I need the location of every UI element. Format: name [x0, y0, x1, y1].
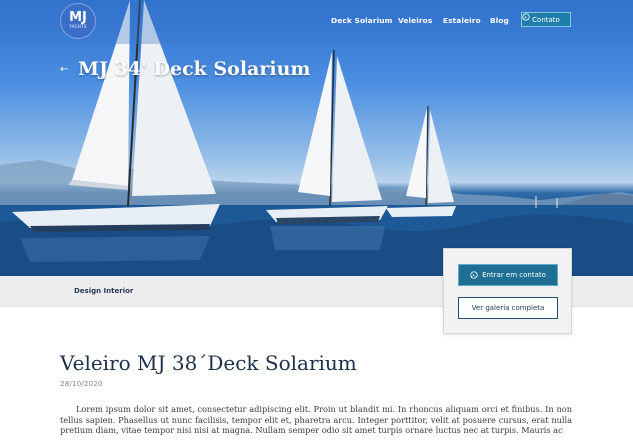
whatsapp-icon	[470, 271, 478, 279]
view-gallery-label: Ver galeria completa	[471, 304, 545, 312]
brand-logo[interactable]: MJ YACHTS	[60, 3, 96, 39]
nav-item-veleiros[interactable]: Veleiros	[398, 16, 432, 25]
enter-contact-button[interactable]: Entrar em contato	[458, 264, 558, 286]
logo-text: MJ	[69, 10, 87, 25]
post-title: Veleiro MJ 38´Deck Solarium	[60, 351, 357, 375]
tab-design-interior[interactable]: Design Interior	[74, 287, 133, 295]
nav-item-deck-solarium[interactable]: Deck Solarium	[331, 16, 392, 25]
nav-item-blog[interactable]: Blog	[490, 16, 509, 25]
contact-button[interactable]: Contato	[521, 12, 571, 27]
action-card: Entrar em contato Ver galeria completa	[443, 248, 572, 334]
post-body-text: Lorem ipsum dolor sit amet, consectetur …	[60, 404, 572, 436]
hero-banner: MJ YACHTS Deck Solarium Veleiros Estalei…	[0, 0, 633, 276]
post-date: 28/10/2020	[60, 379, 103, 388]
logo-subtext: YACHTS	[69, 24, 87, 29]
arrow-left-icon[interactable]: ←	[60, 64, 68, 75]
page-title: MJ 34' Deck Solarium	[78, 58, 311, 80]
enter-contact-label: Entrar em contato	[482, 271, 546, 279]
contact-button-label: Contato	[532, 15, 560, 24]
nav-item-estaleiro[interactable]: Estaleiro	[443, 16, 481, 25]
whatsapp-icon	[522, 13, 530, 21]
view-gallery-button[interactable]: Ver galeria completa	[458, 297, 558, 319]
